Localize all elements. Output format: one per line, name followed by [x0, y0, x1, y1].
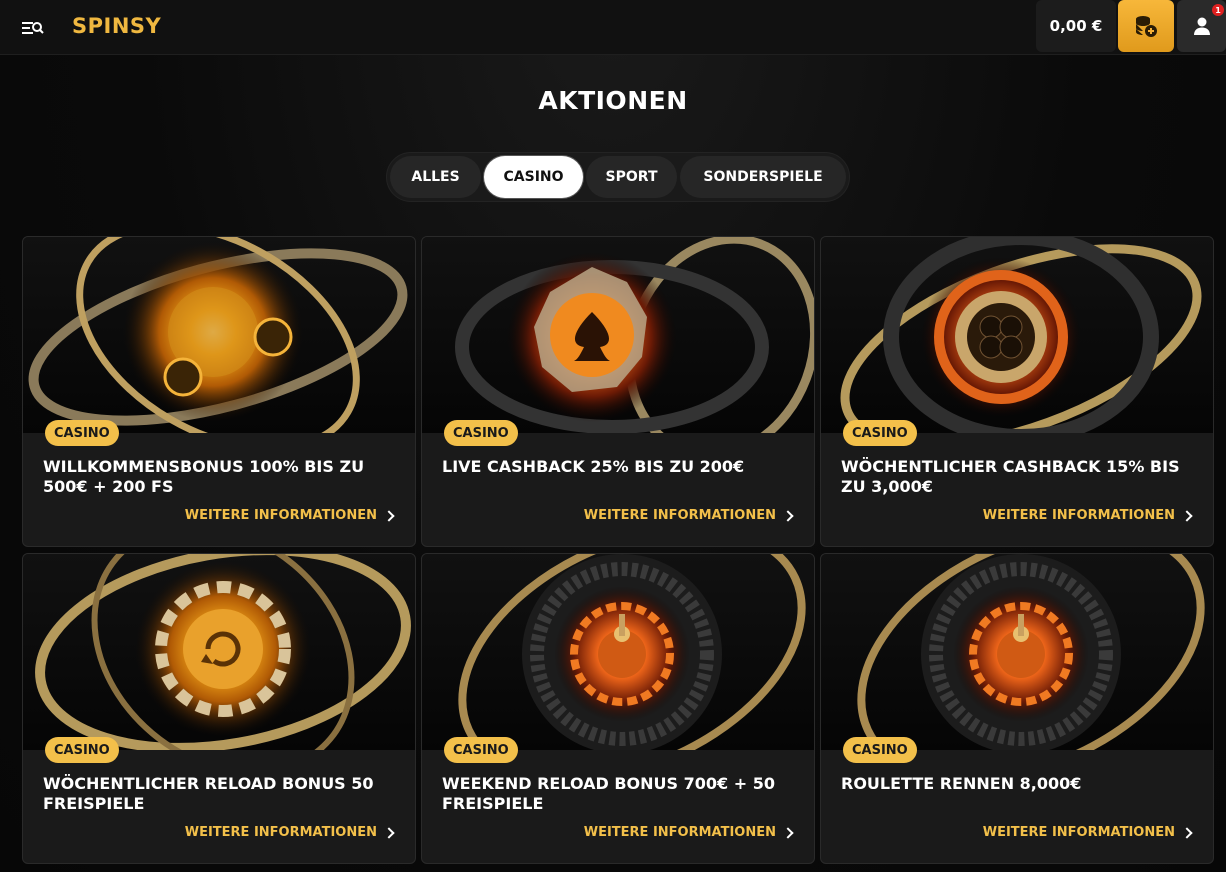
category-tag: CASINO [843, 420, 917, 446]
chevron-right-icon [383, 509, 395, 522]
promo-title: LIVE CASHBACK 25% BIS ZU 200€ [442, 457, 745, 476]
promo-card[interactable]: CASINO LIVE CASHBACK 25% BIS ZU 200€ WEI… [421, 236, 815, 547]
promo-title: WEEKEND RELOAD BONUS 700€ + 50 FREISPIEL… [442, 774, 775, 813]
promo-title: ROULETTE RENNEN 8,000€ [841, 774, 1082, 793]
heart-dice-icon [23, 237, 415, 433]
promo-card[interactable]: CASINO WILLKOMMENSBONUS 100% BIS ZU 500€… [22, 236, 416, 547]
promo-image [23, 237, 415, 433]
reload-chip-icon [23, 554, 415, 750]
more-info-label: WEITERE INFORMATIONEN [982, 825, 1175, 840]
user-icon [1193, 17, 1210, 35]
tab-alles[interactable]: ALLES [390, 156, 482, 198]
chevron-right-icon [383, 826, 395, 839]
tab-casino[interactable]: CASINO [484, 156, 583, 198]
more-info-link[interactable]: WEITERE INFORMATIONEN [982, 508, 1193, 523]
site-logo[interactable]: SPINSY [72, 14, 161, 38]
more-info-link[interactable]: WEITERE INFORMATIONEN [184, 825, 395, 840]
notification-badge: 1 [1212, 4, 1224, 16]
promo-image [422, 237, 814, 433]
promo-image [23, 554, 415, 750]
menu-search-icon [22, 22, 44, 34]
more-info-label: WEITERE INFORMATIONEN [583, 508, 776, 523]
tab-sport[interactable]: SPORT [586, 156, 678, 198]
promo-image [821, 554, 1213, 750]
promo-card[interactable]: CASINO ROULETTE RENNEN 8,000€ WEITERE IN… [820, 553, 1214, 864]
category-tag: CASINO [444, 737, 518, 763]
clover-chip-icon [821, 237, 1213, 433]
promo-image [821, 237, 1213, 433]
chevron-right-icon [1181, 509, 1193, 522]
deposit-button[interactable] [1118, 0, 1174, 52]
roulette-wheel-icon [422, 554, 814, 750]
category-tag: CASINO [45, 737, 119, 763]
coins-plus-icon [1136, 16, 1157, 37]
balance-display[interactable]: 0,00 € [1036, 0, 1116, 52]
spade-chip-icon [422, 237, 814, 433]
more-info-label: WEITERE INFORMATIONEN [982, 508, 1175, 523]
chevron-right-icon [782, 826, 794, 839]
top-header: SPINSY 0,00 € 1 [0, 0, 1226, 55]
promo-image [422, 554, 814, 750]
menu-search-button[interactable] [18, 14, 46, 42]
category-tag: CASINO [843, 737, 917, 763]
more-info-label: WEITERE INFORMATIONEN [583, 825, 776, 840]
promo-title: WÖCHENTLICHER RELOAD BONUS 50 FREISPIELE [43, 774, 374, 813]
chevron-right-icon [1181, 826, 1193, 839]
more-info-label: WEITERE INFORMATIONEN [184, 508, 377, 523]
category-tag: CASINO [45, 420, 119, 446]
more-info-link[interactable]: WEITERE INFORMATIONEN [184, 508, 395, 523]
promo-title: WÖCHENTLICHER CASHBACK 15% BIS ZU 3,000€ [841, 457, 1180, 496]
more-info-link[interactable]: WEITERE INFORMATIONEN [583, 825, 794, 840]
more-info-link[interactable]: WEITERE INFORMATIONEN [982, 825, 1193, 840]
more-info-link[interactable]: WEITERE INFORMATIONEN [583, 508, 794, 523]
promo-title: WILLKOMMENSBONUS 100% BIS ZU 500€ + 200 … [43, 457, 365, 496]
tab-sonderspiele[interactable]: SONDERSPIELE [680, 156, 846, 198]
promo-card[interactable]: CASINO WÖCHENTLICHER CASHBACK 15% BIS ZU… [820, 236, 1214, 547]
category-tag: CASINO [444, 420, 518, 446]
category-tabs: ALLES CASINO SPORT SONDERSPIELE [386, 152, 850, 202]
roulette-wheel-icon [821, 554, 1213, 750]
page-title: AKTIONEN [538, 86, 688, 115]
account-button[interactable]: 1 [1177, 0, 1226, 52]
more-info-label: WEITERE INFORMATIONEN [184, 825, 377, 840]
chevron-right-icon [782, 509, 794, 522]
promo-card[interactable]: CASINO WEEKEND RELOAD BONUS 700€ + 50 FR… [421, 553, 815, 864]
promo-card[interactable]: CASINO WÖCHENTLICHER RELOAD BONUS 50 FRE… [22, 553, 416, 864]
